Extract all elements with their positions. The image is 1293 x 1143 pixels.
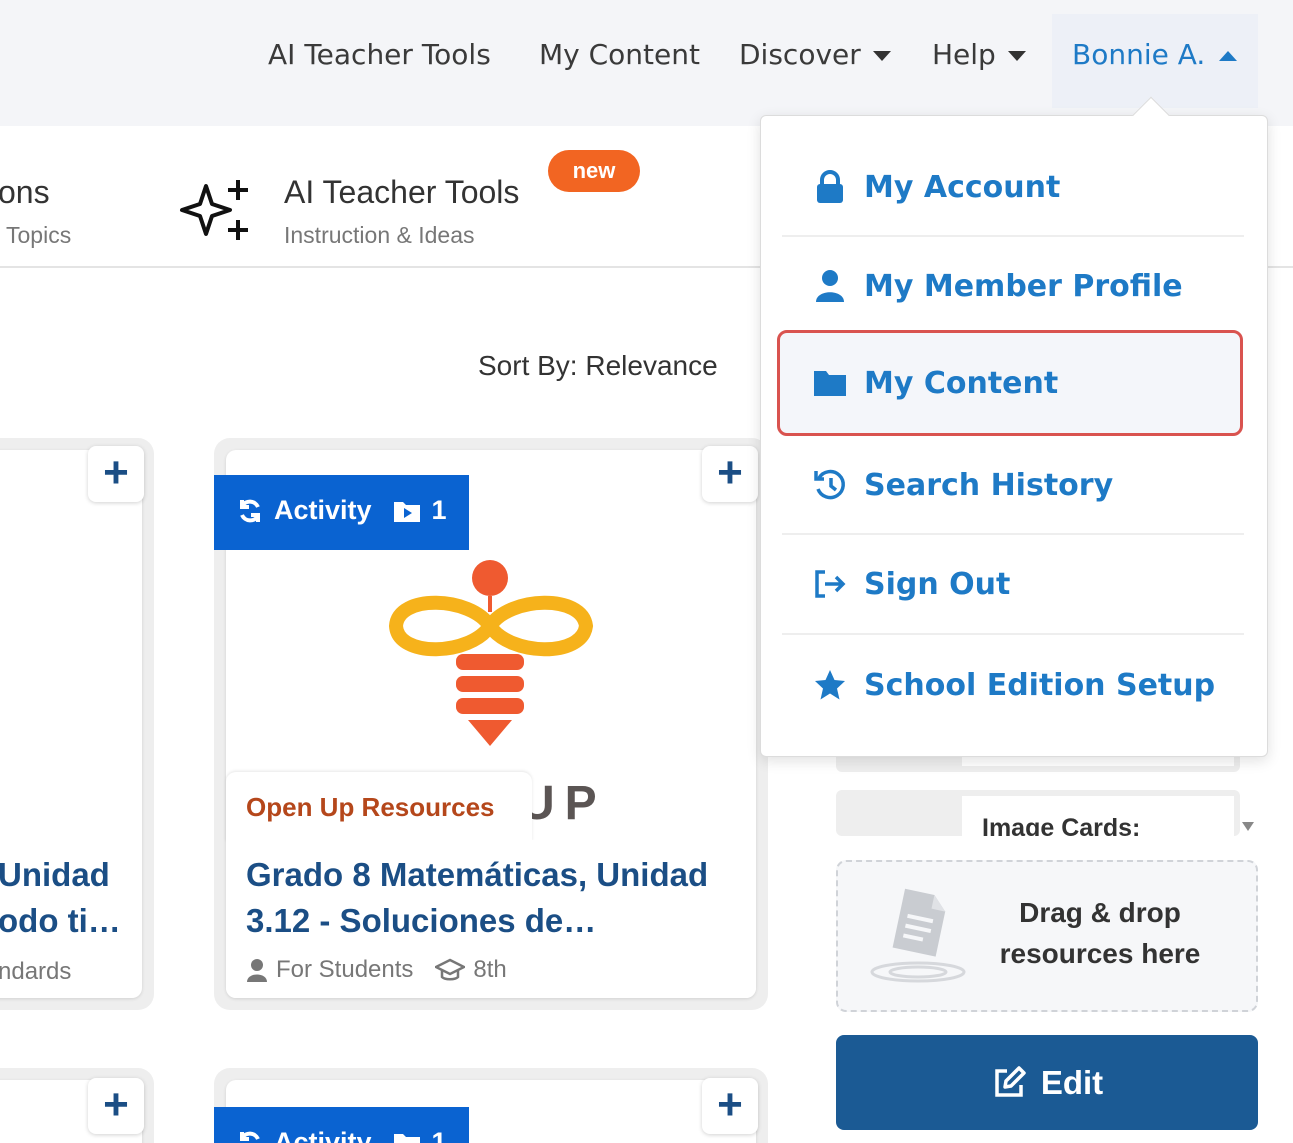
document-drop-icon bbox=[870, 888, 966, 983]
publisher-tag[interactable]: Open Up Resources bbox=[226, 772, 532, 842]
nav-ai-teacher-tools[interactable]: AI Teacher Tools bbox=[268, 38, 491, 71]
add-to-folder-button[interactable]: + bbox=[88, 446, 144, 502]
nav-label: My Content bbox=[539, 38, 700, 71]
activity-count: 1 bbox=[431, 495, 447, 525]
lock-icon bbox=[812, 169, 848, 205]
edit-button[interactable]: Edit bbox=[836, 1035, 1258, 1130]
menu-item-label: My Content bbox=[864, 365, 1059, 401]
subnav-ai-desc: Instruction & Ideas bbox=[284, 222, 475, 248]
user-icon bbox=[812, 268, 848, 304]
subnav-partial-desc: Topics bbox=[6, 222, 72, 248]
card-title-line: Grado 8 Matemáticas, Unidad bbox=[246, 856, 709, 893]
edit-label: Edit bbox=[1040, 1063, 1104, 1101]
menu-item-search-history[interactable]: Search History bbox=[780, 436, 1246, 534]
menu-divider bbox=[782, 633, 1244, 635]
publisher-logo-icon bbox=[388, 560, 594, 746]
menu-item-label: My Account bbox=[864, 169, 1061, 205]
card-title-line: 3.12 - Soluciones de… bbox=[246, 902, 597, 939]
edit-icon bbox=[995, 1065, 1026, 1097]
audience: For Students bbox=[276, 956, 414, 983]
publisher-name: Open Up Resources bbox=[246, 792, 495, 822]
card-meta: ndards bbox=[0, 958, 72, 985]
grade: 8th bbox=[473, 956, 507, 983]
user-icon bbox=[247, 959, 267, 982]
subnav-ai-teacher-tools[interactable]: AI Teacher Tools bbox=[284, 174, 519, 211]
activity-label: Activity bbox=[274, 1127, 372, 1143]
sign-out-icon bbox=[812, 566, 848, 602]
logo-wordmark: UP bbox=[520, 777, 607, 830]
nav-label: AI Teacher Tools bbox=[268, 38, 491, 71]
sync-icon bbox=[240, 1131, 260, 1141]
image-cards-label: Image Cards: bbox=[982, 814, 1141, 836]
folder-play-icon bbox=[393, 1133, 420, 1143]
activity-tag: Activity 1 bbox=[214, 1107, 469, 1143]
menu-item-my-content[interactable]: My Content bbox=[777, 330, 1243, 436]
menu-item-my-account[interactable]: My Account bbox=[780, 138, 1246, 236]
graduation-cap-icon bbox=[435, 958, 466, 981]
add-to-folder-button[interactable]: + bbox=[702, 1078, 758, 1134]
nav-label: Discover bbox=[739, 38, 861, 71]
menu-item-label: My Member Profile bbox=[864, 268, 1183, 304]
top-navigation: AI Teacher Tools My Content Discover Hel… bbox=[0, 0, 1293, 126]
drop-zone-text: Drag & drop resources here bbox=[974, 892, 1226, 974]
new-badge: new bbox=[548, 150, 640, 192]
drop-text-line: Drag & drop bbox=[1019, 897, 1181, 928]
user-menu-toggle[interactable]: Bonnie A. bbox=[1052, 14, 1258, 108]
sort-dropdown[interactable]: Sort By: Relevance bbox=[478, 350, 718, 382]
caret-up-icon bbox=[1219, 51, 1238, 61]
subnav-partial-title[interactable]: ons bbox=[0, 174, 50, 211]
caret-down-icon bbox=[872, 51, 891, 61]
add-to-folder-button[interactable]: + bbox=[88, 1078, 144, 1134]
nav-my-content[interactable]: My Content bbox=[539, 38, 700, 71]
folder-play-icon bbox=[393, 501, 420, 522]
card-title[interactable]: Unidad odo ti… bbox=[0, 852, 148, 944]
history-icon bbox=[812, 467, 848, 503]
scroll-down-icon[interactable] bbox=[1242, 822, 1254, 831]
menu-item-label: Search History bbox=[864, 467, 1114, 503]
add-to-folder-button[interactable]: + bbox=[702, 446, 758, 502]
menu-item-sign-out[interactable]: Sign Out bbox=[780, 535, 1246, 633]
card-title[interactable]: Grado 8 Matemáticas, Unidad 3.12 - Soluc… bbox=[246, 852, 746, 944]
folder-icon bbox=[812, 365, 848, 401]
nav-help[interactable]: Help bbox=[932, 38, 1026, 71]
card-title-line: odo ti… bbox=[0, 902, 121, 939]
nav-discover[interactable]: Discover bbox=[739, 38, 891, 71]
drop-text-line: resources here bbox=[999, 938, 1201, 969]
menu-item-school-edition-setup[interactable]: School Edition Setup bbox=[780, 636, 1246, 734]
sort-label: Sort By: Relevance bbox=[478, 350, 718, 381]
sync-icon bbox=[240, 499, 260, 522]
card-title-line: Unidad bbox=[0, 856, 110, 893]
activity-count: 1 bbox=[431, 1127, 447, 1143]
menu-item-label: School Edition Setup bbox=[864, 667, 1216, 703]
caret-down-icon bbox=[1007, 51, 1026, 61]
user-name: Bonnie A. bbox=[1072, 38, 1206, 71]
activity-label: Activity bbox=[274, 495, 372, 525]
star-icon bbox=[812, 667, 848, 703]
card-meta: For Students 8th bbox=[246, 956, 507, 984]
activity-tag: Activity 1 bbox=[214, 475, 469, 550]
menu-item-my-member-profile[interactable]: My Member Profile bbox=[780, 237, 1246, 335]
nav-label: Help bbox=[932, 38, 996, 71]
folder-row-card: Image Cards: bbox=[962, 796, 1234, 836]
menu-item-label: Sign Out bbox=[864, 566, 1011, 602]
sparkle-icon bbox=[180, 180, 248, 240]
